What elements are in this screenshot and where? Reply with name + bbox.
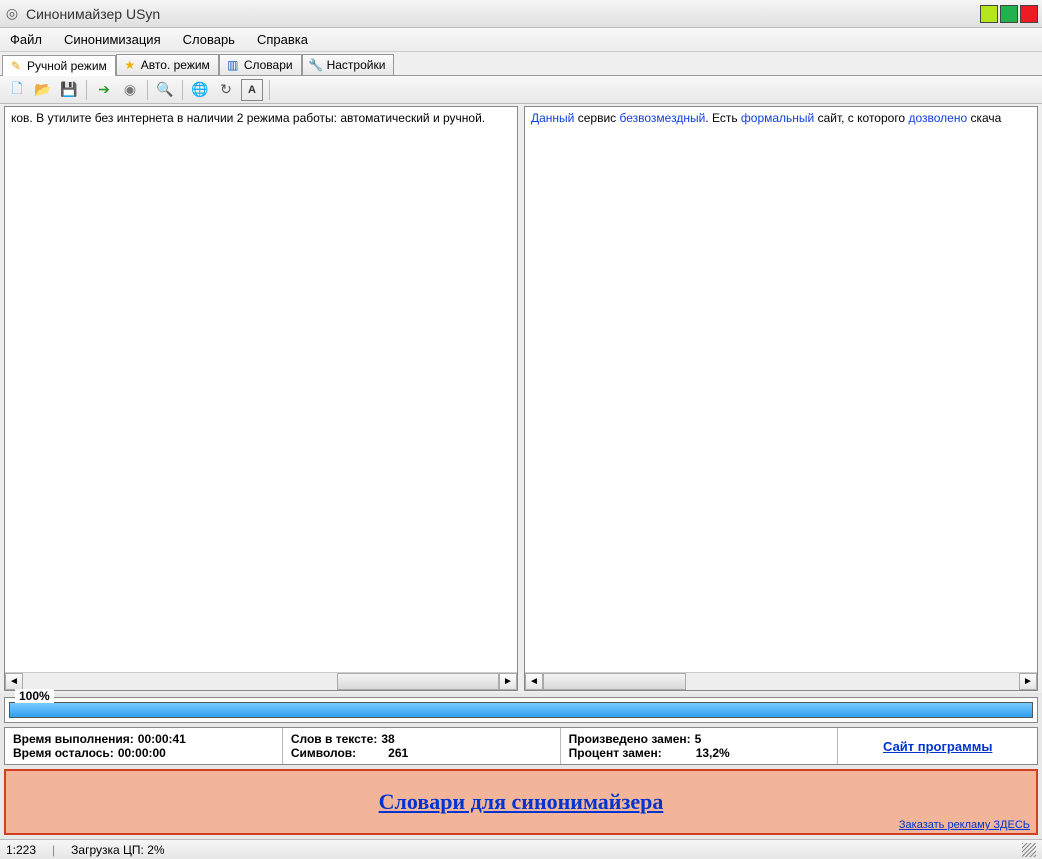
search-button[interactable]: 🔍: [154, 79, 176, 101]
percent-value: 13,2%: [696, 746, 730, 760]
exec-time-value: 00:00:41: [138, 732, 186, 746]
scroll-right-icon[interactable]: ►: [1019, 673, 1037, 690]
statusbar: 1:223 | Загрузка ЦП: 2%: [0, 839, 1042, 859]
scroll-thumb[interactable]: [337, 673, 499, 690]
right-pane: Данный сервис безвозмездный. Есть формал…: [524, 106, 1038, 691]
toolbar-separator: [269, 80, 270, 100]
remain-label: Время осталось:: [13, 746, 114, 760]
stats-replace: Произведено замен: 5 Процент замен: 13,2…: [561, 728, 839, 764]
tab-settings[interactable]: 🔧 Настройки: [302, 54, 395, 75]
tab-label: Настройки: [327, 58, 386, 72]
run-button[interactable]: ➔: [93, 79, 115, 101]
toolbar-separator: [182, 80, 183, 100]
stats-link-cell: Сайт программы: [838, 728, 1037, 764]
close-button[interactable]: [1020, 5, 1038, 23]
scroll-left-icon[interactable]: ◄: [5, 673, 23, 690]
maximize-button[interactable]: [1000, 5, 1018, 23]
scroll-left-icon[interactable]: ◄: [525, 673, 543, 690]
tabbar: ✎ Ручной режим ★ Авто. режим ▥ Словари 🔧…: [0, 52, 1042, 76]
words-value: 38: [381, 732, 394, 746]
toolbar-separator: [86, 80, 87, 100]
menu-file[interactable]: Файл: [6, 30, 46, 49]
toolbar-separator: [147, 80, 148, 100]
percent-label: Процент замен:: [569, 746, 662, 760]
minimize-button[interactable]: [980, 5, 998, 23]
stop-button[interactable]: ◉: [119, 79, 141, 101]
program-site-link[interactable]: Сайт программы: [883, 739, 992, 754]
tab-label: Ручной режим: [27, 59, 107, 73]
chars-label: Символов:: [291, 746, 356, 760]
font-button[interactable]: A: [241, 79, 263, 101]
cursor-position: 1:223: [6, 843, 36, 857]
replaced-value: 5: [695, 732, 702, 746]
book-icon: ▥: [226, 58, 240, 72]
globe-button[interactable]: 🌐: [189, 79, 211, 101]
editor-area: ков. В утилите без интернета в наличии 2…: [0, 104, 1042, 693]
tab-label: Словари: [244, 58, 293, 72]
chars-value: 261: [388, 746, 408, 760]
status-separator: |: [52, 843, 55, 857]
left-hscrollbar[interactable]: ◄ ►: [5, 672, 517, 690]
app-icon: ◎: [4, 6, 20, 22]
toolbar: 🗋 📂 💾 ➔ ◉ 🔍 🌐 ↻ A: [0, 76, 1042, 104]
scroll-track[interactable]: [543, 673, 1019, 690]
remain-value: 00:00:00: [118, 746, 166, 760]
tab-manual-mode[interactable]: ✎ Ручной режим: [2, 55, 116, 76]
pencil-icon: ✎: [9, 59, 23, 73]
scroll-right-icon[interactable]: ►: [499, 673, 517, 690]
result-text-area[interactable]: Данный сервис безвозмездный. Есть формал…: [525, 107, 1037, 672]
cpu-load: Загрузка ЦП: 2%: [71, 843, 164, 857]
open-file-button[interactable]: 📂: [32, 79, 54, 101]
tab-auto-mode[interactable]: ★ Авто. режим: [116, 54, 219, 75]
ad-banner: Словари для синонимайзера Заказать рекла…: [4, 769, 1038, 835]
scroll-thumb[interactable]: [543, 673, 686, 690]
star-icon: ★: [123, 58, 137, 72]
menubar: Файл Синонимизация Словарь Справка: [0, 28, 1042, 52]
stats-row: Время выполнения: 00:00:41 Время осталос…: [4, 727, 1038, 765]
menu-help[interactable]: Справка: [253, 30, 312, 49]
replaced-label: Произведено замен:: [569, 732, 691, 746]
wrench-icon: 🔧: [309, 58, 323, 72]
progress-bar: [9, 702, 1033, 718]
resize-grip[interactable]: [1022, 843, 1036, 857]
titlebar: ◎ Синонимайзер USyn: [0, 0, 1042, 28]
progress-label: 100%: [15, 689, 54, 703]
window-controls: [980, 5, 1038, 23]
source-text-area[interactable]: ков. В утилите без интернета в наличии 2…: [5, 107, 517, 672]
words-label: Слов в тексте:: [291, 732, 378, 746]
menu-dictionary[interactable]: Словарь: [179, 30, 239, 49]
tab-dictionaries[interactable]: ▥ Словари: [219, 54, 302, 75]
window-title: Синонимайзер USyn: [26, 6, 980, 22]
tab-label: Авто. режим: [141, 58, 210, 72]
new-file-button[interactable]: 🗋: [6, 79, 28, 101]
scroll-track[interactable]: [23, 673, 499, 690]
banner-main-link[interactable]: Словари для синонимайзера: [379, 789, 664, 815]
save-file-button[interactable]: 💾: [58, 79, 80, 101]
left-pane: ков. В утилите без интернета в наличии 2…: [4, 106, 518, 691]
stats-time: Время выполнения: 00:00:41 Время осталос…: [5, 728, 283, 764]
menu-synonymization[interactable]: Синонимизация: [60, 30, 165, 49]
progress-section: 100%: [4, 697, 1038, 723]
refresh-button[interactable]: ↻: [215, 79, 237, 101]
right-hscrollbar[interactable]: ◄ ►: [525, 672, 1037, 690]
exec-time-label: Время выполнения:: [13, 732, 134, 746]
stats-words: Слов в тексте: 38 Символов: 261: [283, 728, 561, 764]
banner-order-link[interactable]: Заказать рекламу ЗДЕСЬ: [899, 819, 1030, 831]
